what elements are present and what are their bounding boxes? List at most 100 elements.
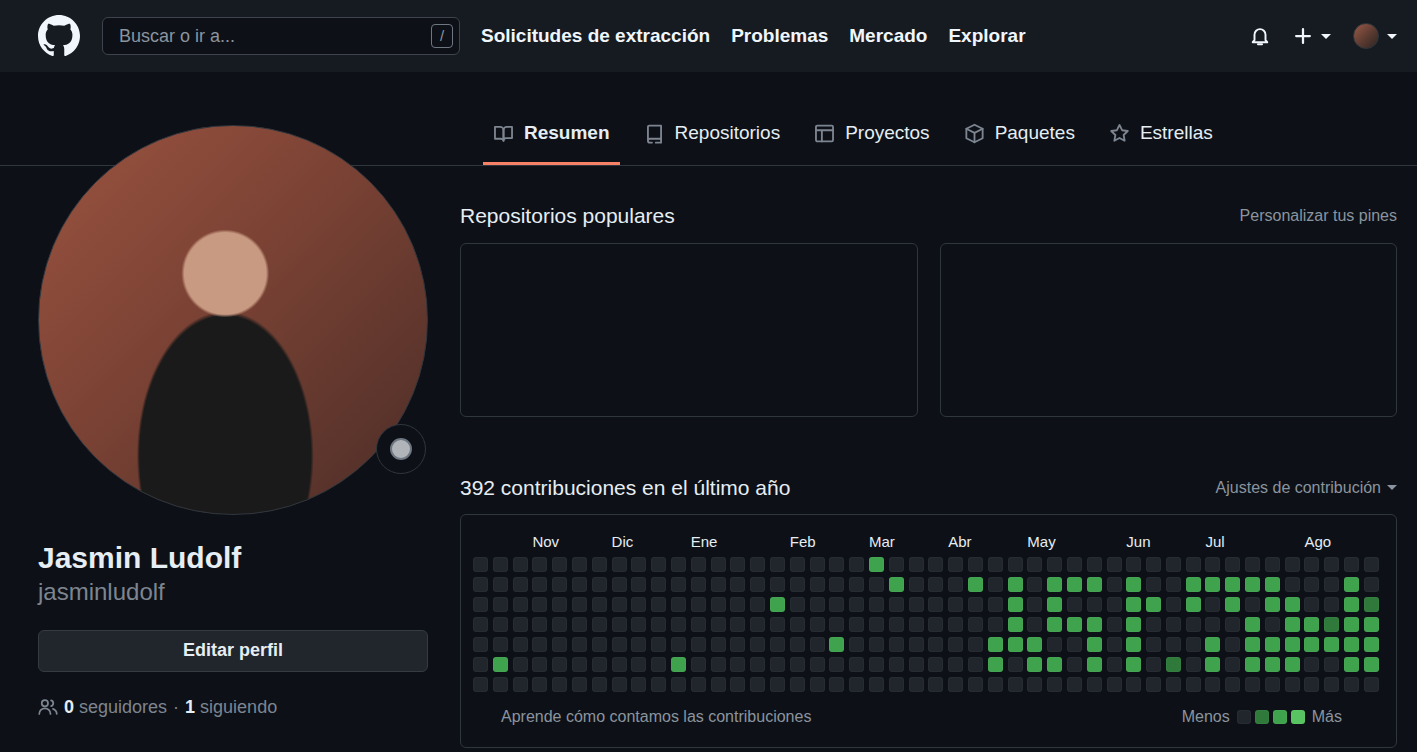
contribution-cell[interactable]	[1067, 637, 1082, 652]
contribution-cell[interactable]	[1146, 657, 1161, 672]
contribution-cell[interactable]	[711, 577, 726, 592]
contribution-cell[interactable]	[513, 637, 528, 652]
contribution-cell[interactable]	[968, 637, 983, 652]
contribution-cell[interactable]	[691, 677, 706, 692]
contribution-cell[interactable]	[493, 577, 508, 592]
contribution-cell[interactable]	[1324, 617, 1339, 632]
contribution-cell[interactable]	[988, 557, 1003, 572]
contribution-cell[interactable]	[1008, 657, 1023, 672]
contribution-cell[interactable]	[1047, 637, 1062, 652]
contribution-cell[interactable]	[1107, 677, 1122, 692]
contribution-cell[interactable]	[730, 637, 745, 652]
contribution-cell[interactable]	[1324, 597, 1339, 612]
contribution-cell[interactable]	[1186, 597, 1201, 612]
contribution-cell[interactable]	[691, 597, 706, 612]
contribution-cell[interactable]	[612, 577, 627, 592]
contribution-cell[interactable]	[810, 577, 825, 592]
contribution-cell[interactable]	[711, 637, 726, 652]
contribution-cell[interactable]	[849, 597, 864, 612]
contribution-cell[interactable]	[790, 657, 805, 672]
pinned-card[interactable]	[940, 243, 1398, 417]
contribution-cell[interactable]	[631, 657, 646, 672]
contribution-cell[interactable]	[1324, 657, 1339, 672]
contribution-cell[interactable]	[1126, 657, 1141, 672]
contribution-cell[interactable]	[493, 657, 508, 672]
github-logo-icon[interactable]	[38, 15, 80, 57]
contribution-cell[interactable]	[631, 617, 646, 632]
contribution-cell[interactable]	[1304, 577, 1319, 592]
contribution-cell[interactable]	[1126, 617, 1141, 632]
contribution-cell[interactable]	[1344, 657, 1359, 672]
contribution-cell[interactable]	[1344, 637, 1359, 652]
contribution-cell[interactable]	[770, 677, 785, 692]
contribution-cell[interactable]	[849, 557, 864, 572]
contribution-cell[interactable]	[988, 637, 1003, 652]
contribution-cell[interactable]	[1225, 617, 1240, 632]
contribution-cell[interactable]	[750, 637, 765, 652]
contribution-cell[interactable]	[1344, 557, 1359, 572]
contribution-cell[interactable]	[552, 557, 567, 572]
contribution-cell[interactable]	[790, 677, 805, 692]
contribution-cell[interactable]	[612, 597, 627, 612]
contribution-cell[interactable]	[1285, 577, 1300, 592]
contribution-cell[interactable]	[1067, 597, 1082, 612]
contribution-cell[interactable]	[849, 577, 864, 592]
contribution-cell[interactable]	[1205, 557, 1220, 572]
contribution-cell[interactable]	[1027, 577, 1042, 592]
profile-tab[interactable]: Resumen	[483, 101, 620, 165]
contribution-cell[interactable]	[829, 577, 844, 592]
contribution-cell[interactable]	[948, 617, 963, 632]
contribution-cell[interactable]	[948, 557, 963, 572]
learn-more-link[interactable]: Aprende cómo contamos las contribuciones	[501, 706, 811, 728]
contribution-cell[interactable]	[1166, 657, 1181, 672]
contribution-cell[interactable]	[829, 597, 844, 612]
contribution-cell[interactable]	[770, 657, 785, 672]
contribution-cell[interactable]	[829, 637, 844, 652]
contribution-cell[interactable]	[552, 637, 567, 652]
contribution-cell[interactable]	[988, 677, 1003, 692]
contribution-cell[interactable]	[1225, 577, 1240, 592]
contribution-settings[interactable]: Ajustes de contribución	[1216, 476, 1397, 500]
contribution-cell[interactable]	[1186, 677, 1201, 692]
contribution-cell[interactable]	[631, 637, 646, 652]
contribution-cell[interactable]	[572, 657, 587, 672]
profile-tab[interactable]: Estrellas	[1099, 101, 1223, 165]
contribution-cell[interactable]	[1285, 657, 1300, 672]
contribution-cell[interactable]	[770, 557, 785, 572]
contribution-cell[interactable]	[1205, 617, 1220, 632]
contribution-cell[interactable]	[592, 617, 607, 632]
contribution-cell[interactable]	[1265, 597, 1280, 612]
contribution-cell[interactable]	[612, 677, 627, 692]
contribution-cell[interactable]	[1304, 637, 1319, 652]
contribution-cell[interactable]	[810, 657, 825, 672]
contribution-cell[interactable]	[592, 577, 607, 592]
contribution-cell[interactable]	[869, 617, 884, 632]
contribution-cell[interactable]	[1265, 577, 1280, 592]
contribution-cell[interactable]	[513, 577, 528, 592]
contribution-cell[interactable]	[1126, 557, 1141, 572]
contribution-cell[interactable]	[968, 597, 983, 612]
nav-link[interactable]: Explorar	[948, 22, 1025, 51]
contribution-cell[interactable]	[1087, 577, 1102, 592]
contribution-cell[interactable]	[1225, 557, 1240, 572]
contribution-cell[interactable]	[552, 657, 567, 672]
contribution-cell[interactable]	[671, 657, 686, 672]
contribution-cell[interactable]	[1087, 637, 1102, 652]
contribution-cell[interactable]	[631, 557, 646, 572]
contribution-cell[interactable]	[1225, 597, 1240, 612]
contribution-cell[interactable]	[552, 677, 567, 692]
create-menu[interactable]	[1293, 26, 1331, 46]
contribution-cell[interactable]	[1324, 637, 1339, 652]
contribution-cell[interactable]	[1146, 677, 1161, 692]
contribution-cell[interactable]	[1166, 577, 1181, 592]
contribution-cell[interactable]	[1107, 597, 1122, 612]
contribution-cell[interactable]	[473, 577, 488, 592]
contribution-cell[interactable]	[1245, 557, 1260, 572]
profile-tab[interactable]: Paquetes	[954, 101, 1085, 165]
contribution-cell[interactable]	[671, 677, 686, 692]
contribution-cell[interactable]	[671, 597, 686, 612]
contribution-cell[interactable]	[473, 597, 488, 612]
contribution-cell[interactable]	[513, 597, 528, 612]
contribution-cell[interactable]	[552, 617, 567, 632]
contribution-cell[interactable]	[552, 597, 567, 612]
